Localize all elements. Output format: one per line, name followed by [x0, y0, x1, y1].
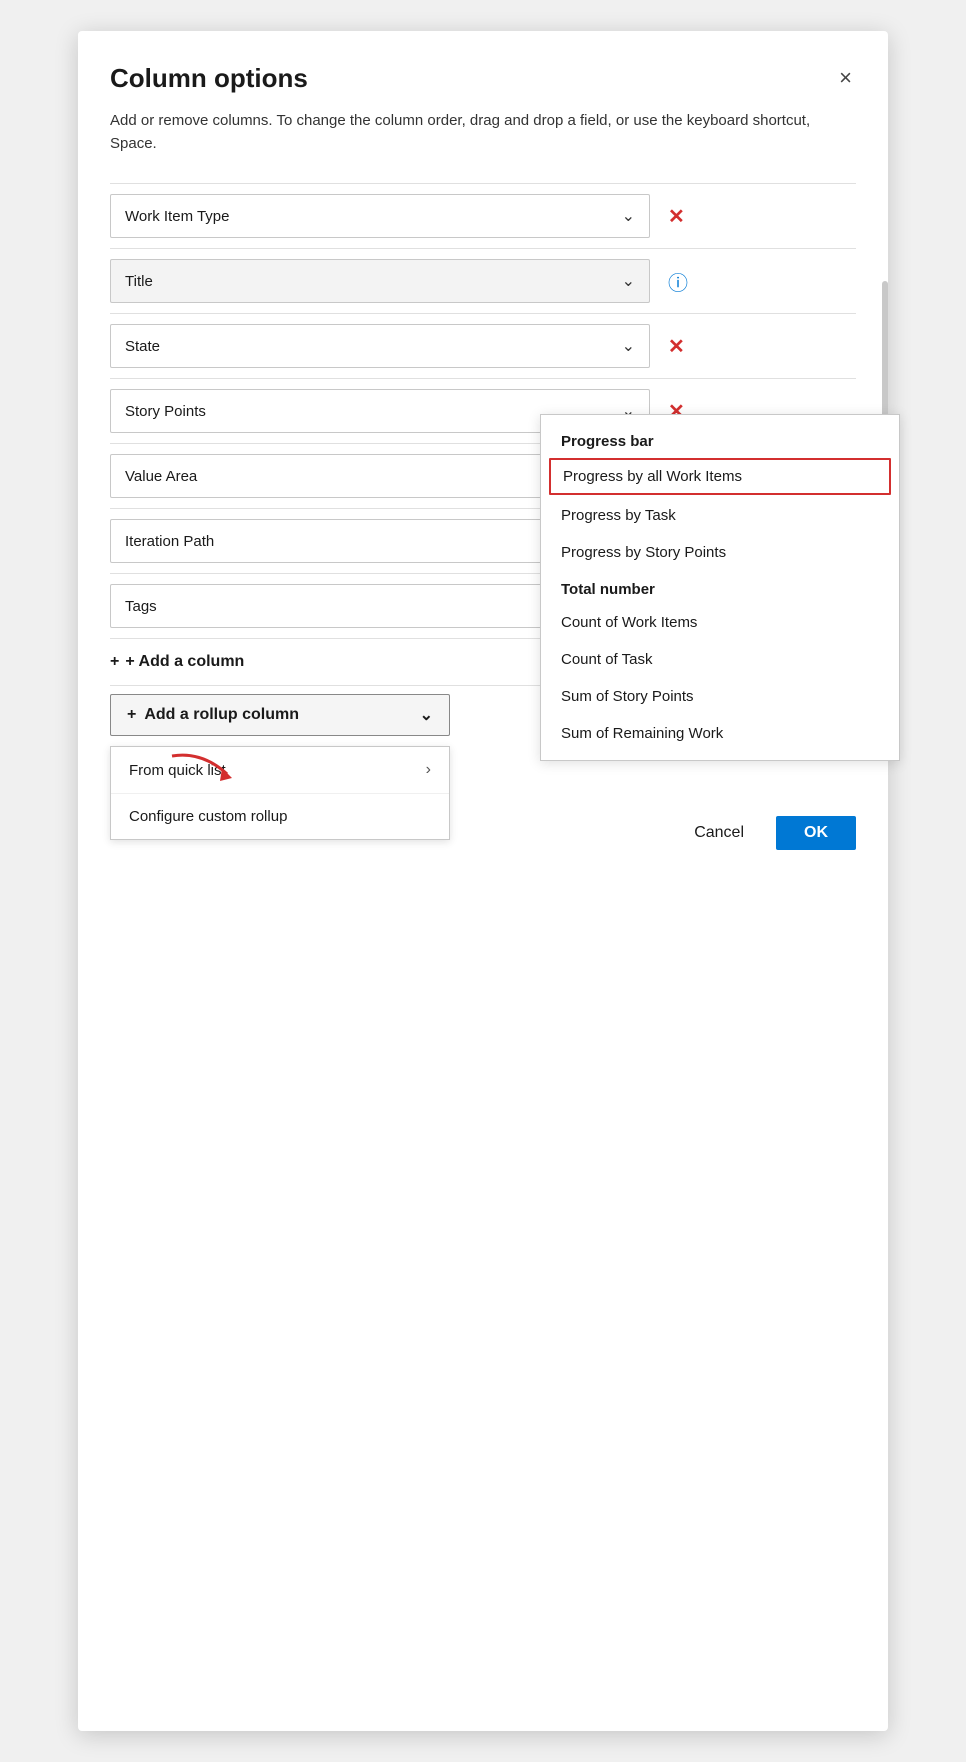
chevron-right-icon: ›: [426, 761, 431, 779]
column-label: Value Area: [125, 468, 197, 485]
progress-by-task-item[interactable]: Progress by Task: [541, 497, 899, 534]
column-row: Title ⌄ ⓘ: [110, 249, 856, 314]
configure-custom-rollup-label: Configure custom rollup: [129, 808, 287, 825]
arrow-annotation: [162, 746, 242, 791]
right-dropdown: Progress bar Progress by all Work Items …: [540, 414, 900, 761]
add-rollup-button[interactable]: + Add a rollup column ⌄: [110, 694, 450, 736]
sum-of-remaining-work-item[interactable]: Sum of Remaining Work: [541, 715, 899, 752]
add-rollup-label: Add a rollup column: [144, 706, 299, 724]
rollup-section: + Add a rollup column ⌄ From quick list …: [110, 694, 856, 736]
plus-icon: +: [127, 706, 136, 724]
column-label: State: [125, 338, 160, 355]
add-column-label: + Add a column: [125, 653, 244, 671]
rollup-dropdown: From quick list › Configure custom rollu…: [110, 746, 450, 840]
remove-work-item-type-button[interactable]: ✕: [660, 200, 693, 233]
plus-icon: +: [110, 653, 119, 671]
ok-button[interactable]: OK: [776, 816, 856, 850]
chevron-down-icon: ⌄: [622, 336, 635, 356]
column-label: Work Item Type: [125, 208, 229, 225]
chevron-down-icon: ⌄: [622, 271, 635, 291]
title-select[interactable]: Title ⌄: [110, 259, 650, 303]
state-select[interactable]: State ⌄: [110, 324, 650, 368]
cancel-button[interactable]: Cancel: [674, 816, 764, 850]
close-button[interactable]: ×: [835, 63, 856, 93]
dialog-header: Column options ×: [110, 63, 856, 94]
add-column-button[interactable]: + + Add a column: [110, 653, 244, 671]
info-title-button[interactable]: ⓘ: [660, 263, 696, 300]
column-row: State ⌄ ✕: [110, 314, 856, 379]
column-row: Work Item Type ⌄ ✕: [110, 183, 856, 249]
total-number-section-label: Total number: [541, 571, 899, 604]
remove-state-button[interactable]: ✕: [660, 330, 693, 363]
chevron-down-icon: ⌄: [420, 705, 433, 725]
configure-custom-rollup-item[interactable]: Configure custom rollup: [111, 794, 449, 839]
count-of-task-item[interactable]: Count of Task: [541, 641, 899, 678]
chevron-down-icon: ⌄: [622, 206, 635, 226]
column-label: Title: [125, 273, 153, 290]
dialog-description: Add or remove columns. To change the col…: [110, 110, 856, 155]
progress-by-story-points-item[interactable]: Progress by Story Points: [541, 534, 899, 571]
column-options-dialog: Column options × Add or remove columns. …: [78, 31, 888, 1731]
column-label: Iteration Path: [125, 533, 214, 550]
progress-bar-section-label: Progress bar: [541, 423, 899, 456]
column-label: Story Points: [125, 403, 206, 420]
column-label: Tags: [125, 598, 157, 615]
progress-by-all-work-items-item[interactable]: Progress by all Work Items: [549, 458, 891, 495]
count-of-work-items-item[interactable]: Count of Work Items: [541, 604, 899, 641]
dialog-title: Column options: [110, 63, 308, 94]
sum-of-story-points-item[interactable]: Sum of Story Points: [541, 678, 899, 715]
work-item-type-select[interactable]: Work Item Type ⌄: [110, 194, 650, 238]
